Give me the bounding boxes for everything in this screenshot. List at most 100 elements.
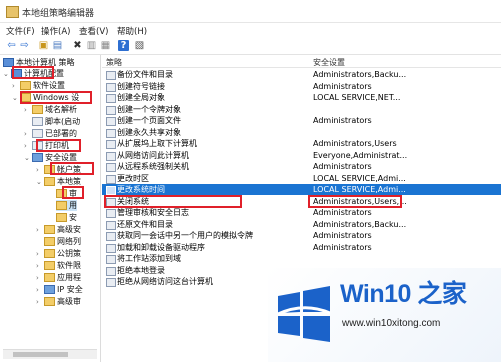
policy-name: 将工作站添加到域 [117,254,181,263]
tree-horizontal-scrollbar[interactable] [3,349,97,359]
table-row[interactable]: 创建一个令牌对象 [102,104,501,115]
policy-name: 还原文件和目录 [117,219,173,229]
table-row[interactable]: 获取同一会话中另一个用户的模拟令牌 Administrators [102,230,501,241]
tree-item-public-key[interactable]: › 公钥策 [36,248,81,259]
policy-icon [106,163,116,172]
table-row[interactable]: 加载和卸载设备驱动程序 Administrators [102,242,501,253]
policy-name: 创建符号链接 [117,81,165,91]
chevron-right-icon[interactable]: › [36,297,44,308]
folder-icon [56,213,67,222]
policy-setting: Administrators [313,208,372,217]
policy-setting: LOCAL SERVICE,Admi... [313,185,406,194]
policy-icon [106,186,116,195]
policy-icon [106,117,116,126]
table-row[interactable]: 备份文件和目录 Administrators,Backu... [102,69,501,80]
table-row[interactable]: 创建一个页面文件 Administrators [102,115,501,126]
policy-icon [106,278,116,287]
tree-item-scripts[interactable]: 脚本(启动 [24,116,80,127]
chevron-right-icon[interactable]: › [36,285,44,296]
policy-name: 更改时区 [117,173,149,183]
properties-icon[interactable]: ▥ [86,40,97,51]
table-row[interactable]: 从远程系统强制关机 Administrators [102,161,501,172]
watermark-url: www.win10xitong.com [342,318,441,329]
tree-item-deployed-printers[interactable]: › 已部署的 [24,128,77,139]
tree-item-app-control[interactable]: › 应用程 [36,272,81,283]
window-title: 本地组策略编辑器 [22,9,95,19]
chevron-right-icon[interactable]: › [36,225,44,236]
table-row[interactable]: 更改系统时间 LOCAL SERVICE,Admi... [102,184,501,195]
tree-item-software-restriction[interactable]: › 软件限 [36,260,81,271]
policy-icon [106,82,116,92]
table-row[interactable]: 管理审核和安全日志 Administrators [102,207,501,218]
policy-name: 拒绝从网络访问这台计算机 [117,277,213,286]
chevron-down-icon[interactable]: ⌄ [12,93,20,104]
export-icon[interactable]: ▦ [100,40,111,51]
tree-item-advanced-audit[interactable]: › 高级审 [36,296,81,307]
tree-item-security-options[interactable]: 安 [56,212,77,223]
tree-label: 域名解析 [45,105,77,114]
chevron-right-icon[interactable]: › [24,129,32,140]
menu-action[interactable]: 操作(A) [41,25,70,37]
chevron-right-icon[interactable]: › [24,141,32,152]
chevron-right-icon[interactable]: › [36,273,44,284]
shield-icon [32,153,43,162]
chevron-right-icon[interactable]: › [24,105,32,116]
folder-up-icon[interactable]: ▣ [38,40,49,51]
policy-name: 加载和卸载设备驱动程序 [117,242,205,252]
tree-label: 安 [69,213,77,222]
script-icon [32,117,43,126]
table-row[interactable]: 创建永久共享对象 [102,127,501,138]
menu-help[interactable]: 帮助(H) [117,25,147,37]
chevron-down-icon[interactable]: ⌄ [36,177,44,188]
help-icon[interactable]: ? [118,40,129,51]
table-row[interactable]: 将工作站添加到域 [102,253,501,264]
filter-icon[interactable]: ▧ [134,40,145,51]
scrollbar-thumb[interactable] [13,352,68,357]
folder-icon [44,297,55,306]
chevron-down-icon[interactable]: ⌄ [3,69,11,80]
chevron-right-icon[interactable]: › [36,261,44,272]
policy-setting: Administrators [313,242,372,252]
watermark-logo: Win10 之家 www.win10xitong.com [268,268,501,362]
table-row[interactable]: 创建符号链接 Administrators [102,81,501,92]
show-tree-icon[interactable]: ▤ [52,40,63,51]
folder-icon [44,261,55,270]
tree-item-ip-security[interactable]: › IP 安全 [36,284,83,295]
policy-setting: Everyone,Administrat... [313,150,408,160]
policy-setting: Administrators [313,116,372,125]
forward-arrow-icon[interactable]: ⇨ [19,40,30,51]
highlight-change-system-time [104,195,242,208]
toolbar: ⇦ ⇨ ▣ ▤ ✖ ▥ ▦ ? ▧ [0,38,501,55]
header-divider [102,67,501,68]
table-row[interactable]: 从网络访问此计算机 Everyone,Administrat... [102,150,501,161]
tree-item-advanced-security[interactable]: › 高级安 [36,224,81,235]
tree-item-name-resolution[interactable]: › 域名解析 [24,104,77,115]
policy-name: 创建一个页面文件 [117,116,181,125]
folder-icon [44,177,55,186]
highlight-user-rights [62,186,84,199]
windows-logo-icon [277,286,331,342]
menu-file[interactable]: 文件(F) [6,25,35,37]
delete-icon[interactable]: ✖ [72,40,83,51]
chevron-right-icon[interactable]: › [36,249,44,260]
title-bar: 本地组策略编辑器 [0,0,501,23]
table-row[interactable]: 从扩展坞上取下计算机 Administrators,Users [102,138,501,149]
menu-view[interactable]: 查看(V) [79,25,108,37]
policy-setting: Administrators [313,81,372,91]
folder-icon [32,105,43,114]
chevron-right-icon[interactable]: › [36,165,44,176]
table-row[interactable]: 还原文件和目录 Administrators,Backu... [102,219,501,230]
back-arrow-icon[interactable]: ⇦ [6,40,17,51]
policy-name: 从远程系统强制关机 [117,162,189,171]
tree-item-user-rights[interactable]: 用 [56,200,77,211]
table-row[interactable]: 创建全局对象 LOCAL SERVICE,NET... [102,92,501,103]
policy-icon [106,128,116,138]
chevron-down-icon[interactable]: ⌄ [24,153,32,164]
table-row[interactable]: 更改时区 LOCAL SERVICE,Admi... [102,173,501,184]
chevron-right-icon[interactable]: › [12,81,20,92]
tree-item-software-settings[interactable]: › 软件设置 [12,80,65,91]
tree-item-network-list[interactable]: 网络列 [44,236,81,247]
policy-name: 获取同一会话中另一个用户的模拟令牌 [117,231,253,240]
folder-icon [44,237,55,246]
policy-setting: LOCAL SERVICE,Admi... [313,173,406,183]
